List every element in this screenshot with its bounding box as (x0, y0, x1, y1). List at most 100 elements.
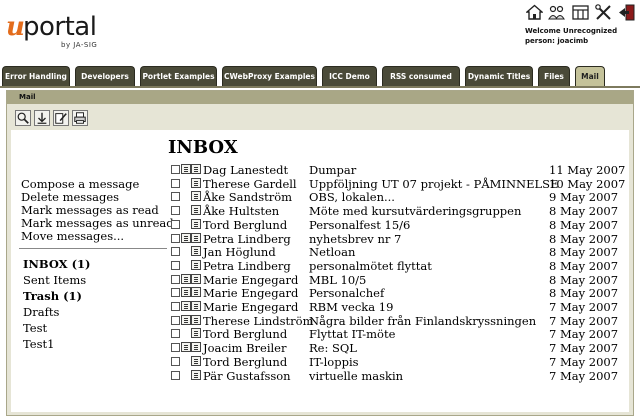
message-subject[interactable]: RBM vecka 19 (309, 300, 393, 314)
message-status-icon (191, 177, 201, 188)
message-date: 11 May 2007 (549, 163, 626, 177)
message-subject[interactable]: Dumpar (309, 163, 356, 177)
message-row[interactable]: Tord Berglund IT-loppis 7 May 2007 (168, 355, 629, 369)
message-checkbox[interactable] (171, 192, 180, 202)
mail-content: INBOX Compose a message Delete messages … (11, 130, 629, 412)
folder-sent-items[interactable]: Sent Items (23, 273, 86, 287)
message-subject[interactable]: Netloan (309, 245, 355, 259)
message-subject[interactable]: Re: SQL (309, 341, 357, 355)
message-row[interactable]: Therese Lindström Några bilder från Finla… (168, 314, 629, 328)
folder-test[interactable]: Test (23, 321, 47, 335)
message-date: 7 May 2007 (549, 341, 619, 356)
message-status-icon (191, 301, 201, 311)
message-status-icon (191, 342, 201, 353)
message-subject[interactable]: nyhetsbrev nr 7 (309, 232, 401, 246)
message-status-icon (191, 369, 201, 380)
message-subject[interactable]: personalmötet flyttat (309, 259, 432, 273)
message-checkbox[interactable] (171, 329, 180, 339)
message-checkbox[interactable] (171, 274, 180, 284)
message-row[interactable]: Åke Sandström OBS, lokalen... 9 May 2007 (168, 190, 629, 204)
tab-developers[interactable]: Developers (75, 66, 135, 86)
folder-drafts[interactable]: Drafts (23, 305, 59, 319)
mail-channel: Mail INBOX Compose a message Delete mess… (6, 90, 634, 416)
print-icon[interactable] (72, 110, 88, 126)
message-status-icon (181, 342, 191, 353)
logo-portal: portal (23, 12, 97, 42)
tab-icc-demo[interactable]: ICC Demo (322, 66, 377, 86)
message-row[interactable]: Petra Lindberg personalmötet flyttat 8 May… (168, 259, 629, 273)
message-checkbox[interactable] (171, 233, 180, 243)
zoom-icon[interactable] (15, 110, 31, 126)
message-from: Tord Berglund (203, 327, 288, 342)
message-subject[interactable]: virtuelle maskin (309, 369, 403, 383)
message-row[interactable]: Jan Höglund Netloan 8 May 2007 (168, 245, 629, 259)
message-status-icon (191, 232, 201, 243)
message-row[interactable]: Marie Engegard MBL 10/5 8 May 2007 (168, 273, 629, 287)
message-status-icon (191, 259, 201, 270)
message-date: 9 May 2007 (549, 190, 619, 205)
folder-trash[interactable]: Trash (1) (23, 289, 82, 303)
message-checkbox[interactable] (171, 178, 180, 188)
message-checkbox[interactable] (171, 206, 180, 216)
header-icons (522, 4, 638, 22)
tools-icon[interactable] (595, 4, 612, 21)
download-icon[interactable] (34, 110, 50, 126)
message-row[interactable]: Pär Gustafsson virtuelle maskin 7 May 2007 (168, 369, 629, 383)
tab-dynamic-titles[interactable]: Dynamic Titles (465, 66, 533, 86)
message-row[interactable]: Joacim Breiler Re: SQL 7 May 2007 (168, 341, 629, 355)
message-subject[interactable]: Möte med kursutvärderingsgruppen (309, 204, 521, 218)
layout-icon[interactable] (572, 4, 589, 21)
tab-portlet-examples[interactable]: Portlet Examples (140, 66, 217, 86)
message-subject[interactable]: Några bilder från Finlandskryssningen (309, 314, 536, 328)
message-checkbox[interactable] (171, 302, 180, 311)
message-row[interactable]: Marie Engegard RBM vecka 19 7 May 2007 (168, 300, 629, 314)
edit-icon[interactable] (53, 110, 69, 126)
group-icon[interactable] (548, 4, 565, 21)
tab-mail[interactable]: Mail (575, 66, 605, 86)
message-row[interactable]: Dag Lanestedt Dumpar 11 May 2007 (168, 163, 629, 177)
message-row[interactable]: Petra Lindberg nyhetsbrev nr 7 8 May 2007 (168, 232, 629, 246)
message-checkbox[interactable] (171, 315, 180, 325)
message-checkbox[interactable] (171, 260, 180, 270)
message-checkbox[interactable] (171, 165, 180, 174)
message-date: 8 May 2007 (549, 258, 619, 273)
message-row[interactable]: Åke Hultsten Möte med kursutvärderingsgru… (168, 204, 629, 218)
tab-error-handling[interactable]: Error Handling (2, 66, 70, 86)
message-subject[interactable]: OBS, lokalen... (309, 190, 395, 204)
folder-test1[interactable]: Test1 (23, 337, 54, 351)
message-status-icon (191, 314, 201, 325)
message-from: Tord Berglund (203, 217, 288, 232)
message-from: Petra Lindberg (203, 258, 291, 273)
message-subject[interactable]: Personalfest 15/6 (309, 218, 410, 232)
message-checkbox[interactable] (171, 370, 180, 380)
message-date: 8 May 2007 (549, 204, 619, 219)
message-subject[interactable]: Uppföljning UT 07 projekt - PÅMINNELSE (309, 177, 558, 191)
message-row[interactable]: Marie Engegard Personalchef 8 May 2007 (168, 286, 629, 300)
home-icon[interactable] (526, 4, 543, 21)
message-checkbox[interactable] (171, 356, 180, 366)
message-row[interactable]: Tord Berglund Personalfest 15/6 8 May 2007 (168, 218, 629, 232)
message-checkbox[interactable] (171, 219, 180, 229)
message-row[interactable]: Tord Berglund Flyttat IT-möte 7 May 2007 (168, 327, 629, 341)
message-status-icon (181, 287, 191, 298)
message-checkbox[interactable] (171, 288, 180, 298)
message-subject[interactable]: IT-loppis (309, 355, 359, 369)
folder-inbox[interactable]: INBOX (1) (23, 257, 90, 271)
move-messages-link[interactable]: Move messages... (21, 230, 124, 243)
message-subject[interactable]: MBL 10/5 (309, 273, 366, 287)
message-checkbox[interactable] (171, 247, 180, 257)
message-row[interactable]: Therese Gardell Uppföljning UT 07 projekt… (168, 177, 629, 191)
message-from: Pär Gustafsson (203, 368, 291, 383)
tab-files[interactable]: Files (538, 66, 570, 86)
message-status-icon (181, 301, 191, 311)
message-from: Dag Lanestedt (203, 163, 289, 177)
logout-icon[interactable] (618, 4, 635, 21)
message-checkbox[interactable] (171, 343, 180, 353)
tab-rss-consumed[interactable]: RSS consumed (382, 66, 460, 86)
message-status-icon (181, 314, 191, 325)
message-subject[interactable]: Personalchef (309, 286, 384, 300)
tab-cwebproxy-examples[interactable]: CWebProxy Examples (222, 66, 317, 86)
uportal-logo: u portal by JA-SIG (6, 12, 98, 49)
message-subject[interactable]: Flyttat IT-möte (309, 327, 395, 341)
message-status-icon (181, 273, 191, 284)
